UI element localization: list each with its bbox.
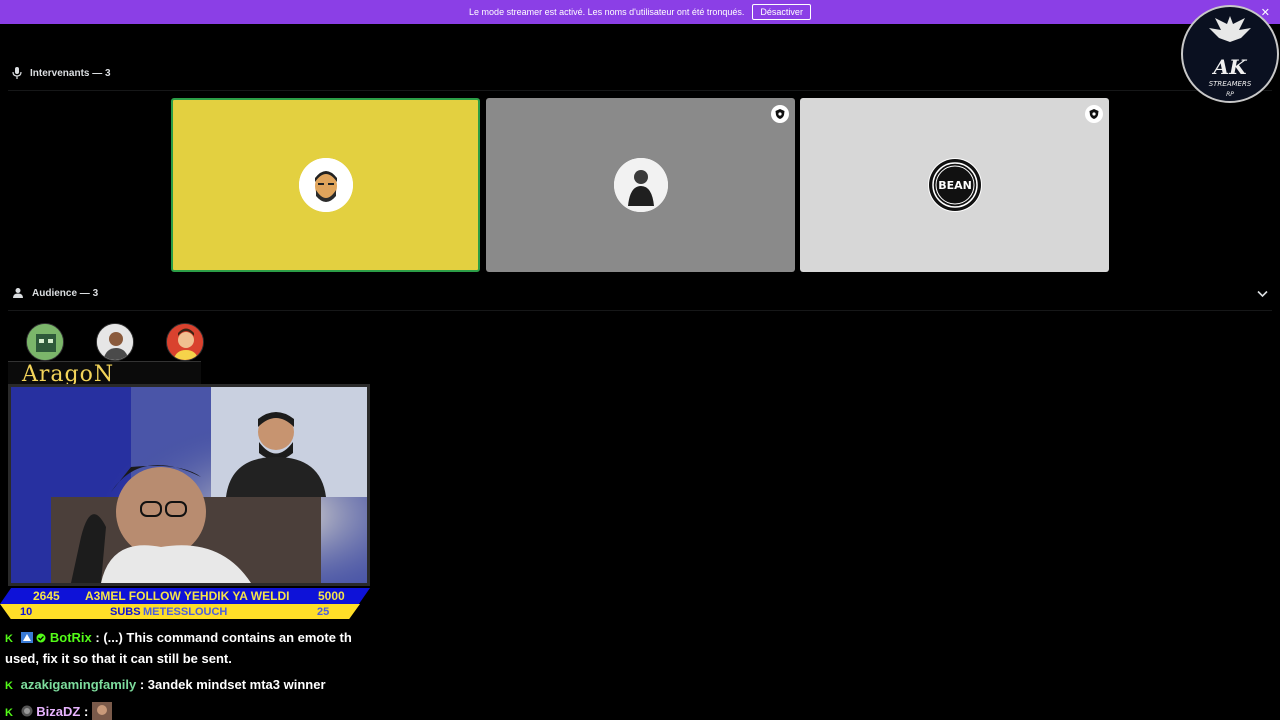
audience-icon	[13, 288, 23, 298]
chat-username[interactable]: BizaDZ	[36, 704, 80, 719]
follow-goal-text: A3MEL FOLLOW YEHDIK YA WELDI	[85, 589, 290, 603]
bot-badge-icon	[20, 632, 33, 643]
streamer-mode-banner: Le mode streamer est activé. Les noms d'…	[0, 0, 1280, 24]
audience-avatar[interactable]	[166, 323, 204, 361]
verified-badge-icon	[36, 633, 46, 643]
svg-text:BEAN: BEAN	[938, 179, 972, 192]
speaker-tile[interactable]	[486, 98, 795, 272]
subs-goal-text: SUBS	[110, 606, 141, 618]
chat-username[interactable]: azakigamingfamily	[21, 677, 137, 692]
microphone-icon	[12, 67, 22, 79]
subs-goal-current: 10	[20, 606, 33, 618]
speakers-heading: Intervenants — 3	[30, 67, 111, 79]
divider	[8, 310, 1272, 311]
chat-text: used, fix it so that it can still be sen…	[5, 651, 232, 666]
avatar	[613, 158, 668, 212]
chat-text: : 3andek mindset mta3 winner	[139, 677, 326, 692]
svg-text:RP: RP	[1226, 91, 1234, 98]
chat-message-continuation: used, fix it so that it can still be sen…	[5, 651, 232, 666]
follow-goal-current: 2645	[33, 589, 60, 603]
speaker-tile[interactable]	[171, 98, 480, 272]
avatar: BEAN	[927, 158, 982, 212]
follow-goal-bar: 2645 A3MEL FOLLOW YEHDIK YA WELDI 5000	[0, 588, 370, 604]
ak-streamers-logo: AK STREAMERS RP	[1181, 2, 1279, 106]
streamer-name: AragoN	[8, 361, 201, 387]
disable-streamer-mode-button[interactable]: Désactiver	[752, 4, 811, 20]
audience-header: Audience — 3	[12, 287, 98, 299]
audience-heading: Audience — 3	[32, 287, 99, 299]
subs-goal-ghost-text: METESSLOUCH	[143, 606, 228, 618]
emote-icon	[91, 702, 112, 720]
chat-text: :	[83, 704, 89, 719]
chat-username[interactable]: BotRix	[50, 630, 92, 645]
kick-badge-icon: K	[5, 707, 13, 719]
kick-badge-icon: K	[5, 633, 13, 645]
audience-avatar[interactable]	[26, 323, 64, 361]
chat-message: K BotRix : (...) This command contains a…	[5, 630, 352, 645]
svg-text:AK: AK	[1212, 55, 1249, 79]
avatar	[298, 158, 353, 212]
moderator-shield-icon	[1085, 105, 1103, 123]
subs-goal-bar: 10 SUBS METESSLOUCH 25	[0, 604, 360, 619]
chat-message: K BizaDZ :	[5, 702, 112, 720]
chevron-down-icon[interactable]	[1257, 290, 1268, 298]
emote-badge-icon	[21, 705, 33, 717]
chat-message: K azakigamingfamily : 3andek mindset mta…	[5, 677, 326, 692]
kick-badge-icon: K	[5, 680, 13, 692]
moderator-shield-icon	[771, 105, 789, 123]
chat-text: : (...) This command contains an emote t…	[95, 630, 352, 645]
divider	[8, 90, 1272, 91]
webcam-feed	[8, 384, 370, 586]
follow-goal-target: 5000	[318, 589, 345, 603]
subs-goal-target: 25	[317, 606, 330, 618]
speakers-header: Intervenants — 3	[12, 67, 111, 79]
speaker-tile[interactable]: BEAN	[800, 98, 1109, 272]
banner-message: Le mode streamer est activé. Les noms d'…	[469, 7, 745, 17]
audience-avatar[interactable]	[96, 323, 134, 361]
svg-text:STREAMERS: STREAMERS	[1209, 80, 1252, 88]
